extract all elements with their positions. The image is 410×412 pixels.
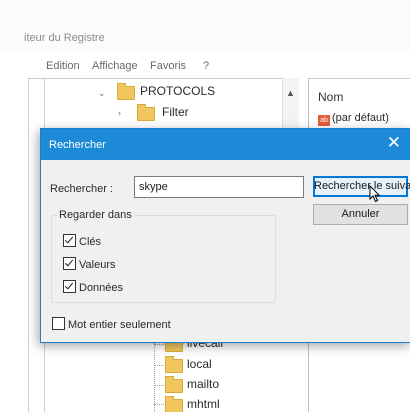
tree-item-local[interactable]: local	[187, 357, 212, 371]
value-row-default[interactable]: ab (par défaut)	[318, 112, 389, 126]
tree-connector-line	[154, 404, 164, 405]
cancel-button[interactable]: Annuler	[313, 204, 408, 225]
mouse-pointer-icon	[369, 185, 381, 203]
menu-edition[interactable]: Edition	[46, 60, 80, 72]
tree-connector-line	[154, 365, 164, 366]
value-name: (par défaut)	[332, 112, 389, 124]
tree-connector-line	[154, 344, 164, 345]
option-data[interactable]: Données	[63, 280, 123, 294]
option-keys[interactable]: Clés	[63, 234, 101, 248]
find-next-button[interactable]: Rechercher le suivant	[313, 176, 410, 197]
search-input[interactable]	[134, 176, 304, 198]
checkbox-values[interactable]	[63, 257, 76, 270]
folder-icon	[165, 396, 183, 412]
option-data-label: Données	[79, 282, 124, 294]
close-icon[interactable]: ✕	[387, 133, 401, 153]
search-label: Rechercher :	[50, 183, 113, 195]
window-title: iteur du Registre	[24, 32, 105, 44]
option-values-label: Valeurs	[79, 259, 116, 271]
option-values[interactable]: Valeurs	[63, 257, 115, 271]
menu-help[interactable]: ?	[203, 60, 209, 72]
option-keys-label: Clés	[79, 236, 102, 248]
folder-icon	[165, 356, 183, 373]
option-whole-string-label: Mot entier seulement	[68, 319, 171, 331]
column-header-name[interactable]: Nom	[318, 90, 343, 104]
tree-connector-line	[154, 385, 164, 386]
checkbox-keys[interactable]	[63, 234, 76, 247]
tree-pane-border	[28, 78, 29, 412]
menu-bar: Edition Affichage Favoris ?	[0, 50, 410, 76]
tree-item-mhtml[interactable]: mhtml	[187, 397, 220, 411]
menu-affichage[interactable]: Affichage	[92, 60, 138, 72]
window-titlebar: iteur du Registre	[0, 0, 410, 50]
menu-favoris[interactable]: Favoris	[150, 60, 186, 72]
folder-icon	[117, 83, 135, 100]
tree-item-protocols[interactable]: PROTOCOLS	[140, 84, 215, 98]
checkbox-whole-string[interactable]	[52, 317, 65, 330]
tree-item-filter[interactable]: Filter	[162, 105, 189, 119]
string-value-icon: ab	[318, 115, 330, 126]
chevron-down-icon[interactable]: ⌄	[98, 88, 106, 99]
dialog-title: Rechercher	[49, 139, 106, 151]
option-whole-string[interactable]: Mot entier seulement	[52, 317, 171, 331]
look-in-group-label: Regarder dans	[57, 209, 134, 221]
tree-connector-line	[154, 338, 155, 412]
find-dialog: Rechercher ✕ Rechercher : Rechercher le …	[40, 128, 410, 343]
tree-item-mailto[interactable]: mailto	[187, 377, 219, 391]
folder-icon	[165, 376, 183, 393]
checkbox-data[interactable]	[63, 280, 76, 293]
chevron-right-icon[interactable]: ›	[118, 108, 121, 118]
scroll-up-arrow-icon[interactable]: ▲	[286, 88, 295, 98]
registry-editor-screen: iteur du Registre Edition Affichage Favo…	[0, 0, 410, 412]
folder-icon	[137, 104, 155, 121]
dialog-titlebar[interactable]: Rechercher ✕	[41, 129, 410, 160]
